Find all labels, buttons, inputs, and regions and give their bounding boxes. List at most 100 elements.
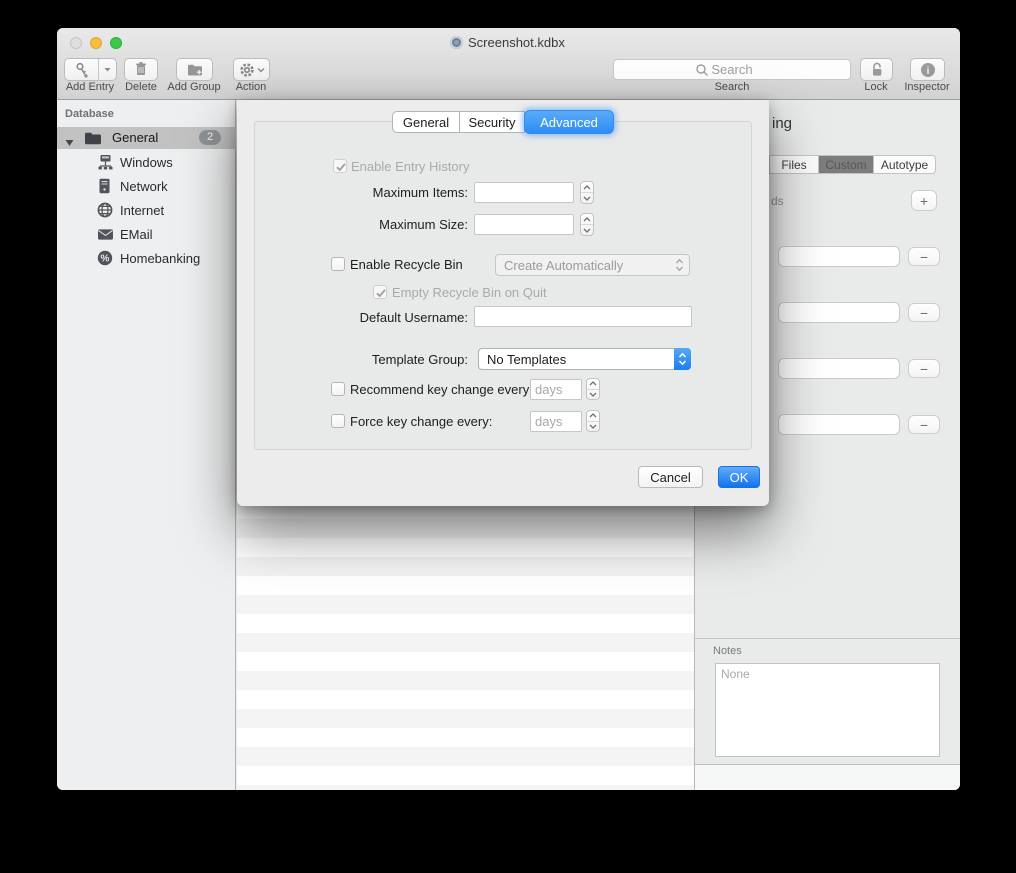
enable-recycle-bin-checkbox[interactable]	[331, 257, 345, 271]
entry-count-badge: 2	[199, 130, 221, 145]
minus-icon: −	[920, 361, 928, 377]
minimize-button[interactable]	[90, 37, 102, 49]
info-icon: i	[920, 62, 936, 78]
divider	[695, 638, 960, 639]
stepper-up-icon[interactable]	[581, 214, 593, 225]
custom-field-input[interactable]	[778, 358, 900, 379]
chevron-down-icon[interactable]	[99, 65, 116, 74]
popup-chevrons-icon	[674, 348, 691, 370]
sidebar-item-email[interactable]: EMail	[120, 227, 153, 242]
maximum-size-stepper[interactable]	[580, 213, 594, 236]
ok-button[interactable]: OK	[718, 466, 760, 488]
cancel-button[interactable]: Cancel	[638, 466, 703, 488]
force-key-change-label: Force key change every:	[350, 414, 492, 429]
sidebar-item-internet[interactable]: Internet	[120, 203, 164, 218]
force-days-input[interactable]	[530, 411, 582, 432]
sidebar-item-label: General	[112, 130, 158, 145]
add-group-label: Add Group	[167, 81, 220, 93]
stepper-down-icon[interactable]	[587, 422, 599, 432]
template-group-label: Template Group:	[254, 352, 468, 367]
folder-icon	[83, 130, 103, 151]
gear-icon	[239, 62, 255, 78]
tab-custom[interactable]: Custom	[819, 156, 874, 173]
enable-entry-history-label: Enable Entry History	[351, 159, 470, 174]
force-days-stepper[interactable]	[586, 410, 600, 432]
plus-icon: +	[920, 193, 928, 209]
remove-field-button[interactable]: −	[908, 303, 940, 322]
delete-button[interactable]	[124, 58, 158, 81]
force-key-change-checkbox[interactable]	[331, 414, 345, 428]
disclosure-triangle-icon[interactable]	[65, 134, 74, 152]
folder-plus-icon	[186, 62, 204, 78]
tab-files[interactable]: Files	[770, 156, 819, 173]
tab-general[interactable]: General	[392, 111, 459, 133]
close-button[interactable]	[70, 37, 82, 49]
percent-icon: %	[97, 250, 113, 271]
window-chrome: Screenshot.kdbx Add Entry Delete	[57, 28, 960, 100]
sidebar-item-network[interactable]: Network	[120, 179, 168, 194]
add-entry-label: Add Entry	[66, 81, 114, 93]
recommend-key-change-label: Recommend key change every:	[350, 382, 533, 397]
app-window: Screenshot.kdbx Add Entry Delete	[57, 28, 960, 790]
sidebar-item-general[interactable]: General 2	[57, 127, 236, 149]
minus-icon: −	[920, 417, 928, 433]
lock-button[interactable]	[860, 58, 893, 81]
maximum-items-label: Maximum Items:	[254, 185, 468, 200]
custom-field-input[interactable]	[778, 246, 900, 267]
maximum-size-input[interactable]	[474, 214, 574, 235]
notes-textarea[interactable]	[715, 663, 940, 757]
envelope-icon	[97, 228, 114, 246]
sidebar-section-header: Database	[65, 108, 114, 120]
svg-text:%: %	[101, 254, 110, 265]
inspector-title-fragment: ing	[772, 115, 792, 132]
recommend-days-input[interactable]	[530, 379, 582, 400]
enable-recycle-bin-label: Enable Recycle Bin	[350, 257, 463, 272]
add-group-button[interactable]	[176, 58, 213, 81]
stepper-up-icon[interactable]	[581, 182, 593, 193]
document-icon	[450, 36, 463, 49]
remove-field-button[interactable]: −	[908, 247, 940, 266]
tab-autotype[interactable]: Autotype	[874, 156, 935, 173]
stepper-down-icon[interactable]	[581, 193, 593, 203]
empty-recycle-bin-label: Empty Recycle Bin on Quit	[392, 285, 547, 300]
tab-security[interactable]: Security	[459, 111, 525, 133]
custom-field-input[interactable]	[778, 302, 900, 323]
default-username-label: Default Username:	[254, 310, 468, 325]
key-plus-icon	[65, 61, 98, 79]
inspector-label: Inspector	[904, 81, 949, 93]
stepper-up-icon[interactable]	[587, 379, 599, 390]
window-title: Screenshot.kdbx	[468, 35, 565, 50]
sidebar-item-windows[interactable]: Windows	[120, 155, 173, 170]
recommend-key-change-checkbox[interactable]	[331, 382, 345, 396]
template-group-popup[interactable]: No Templates	[478, 348, 691, 370]
search-label: Search	[715, 81, 750, 93]
lock-label: Lock	[864, 81, 887, 93]
action-button[interactable]	[233, 58, 270, 81]
enable-entry-history-checkbox[interactable]	[333, 159, 347, 173]
custom-field-input[interactable]	[778, 414, 900, 435]
inspector-button[interactable]: i	[910, 58, 945, 81]
windows-network-icon	[97, 154, 114, 175]
maximum-items-input[interactable]	[474, 182, 574, 203]
search-field-wrap	[613, 59, 851, 80]
remove-field-button[interactable]: −	[908, 415, 940, 434]
recommend-days-stepper[interactable]	[586, 378, 600, 400]
stepper-up-icon[interactable]	[587, 411, 599, 422]
add-entry-button[interactable]	[64, 58, 117, 81]
sidebar-item-homebanking[interactable]: Homebanking	[120, 251, 200, 266]
remove-field-button[interactable]: −	[908, 359, 940, 378]
notes-label: Notes	[713, 645, 742, 657]
search-input[interactable]	[613, 59, 851, 80]
lock-open-icon	[869, 61, 885, 78]
stepper-down-icon[interactable]	[587, 390, 599, 400]
stepper-down-icon[interactable]	[581, 225, 593, 235]
zoom-button[interactable]	[110, 37, 122, 49]
tab-advanced[interactable]: Advanced	[524, 110, 614, 134]
minus-icon: −	[920, 305, 928, 321]
add-field-button[interactable]: +	[911, 190, 937, 211]
popup-value: No Templates	[487, 352, 566, 367]
default-username-input[interactable]	[474, 306, 692, 327]
recycle-bin-mode-popup[interactable]: Create Automatically	[495, 254, 690, 276]
empty-recycle-bin-checkbox[interactable]	[373, 285, 387, 299]
maximum-items-stepper[interactable]	[580, 181, 594, 204]
